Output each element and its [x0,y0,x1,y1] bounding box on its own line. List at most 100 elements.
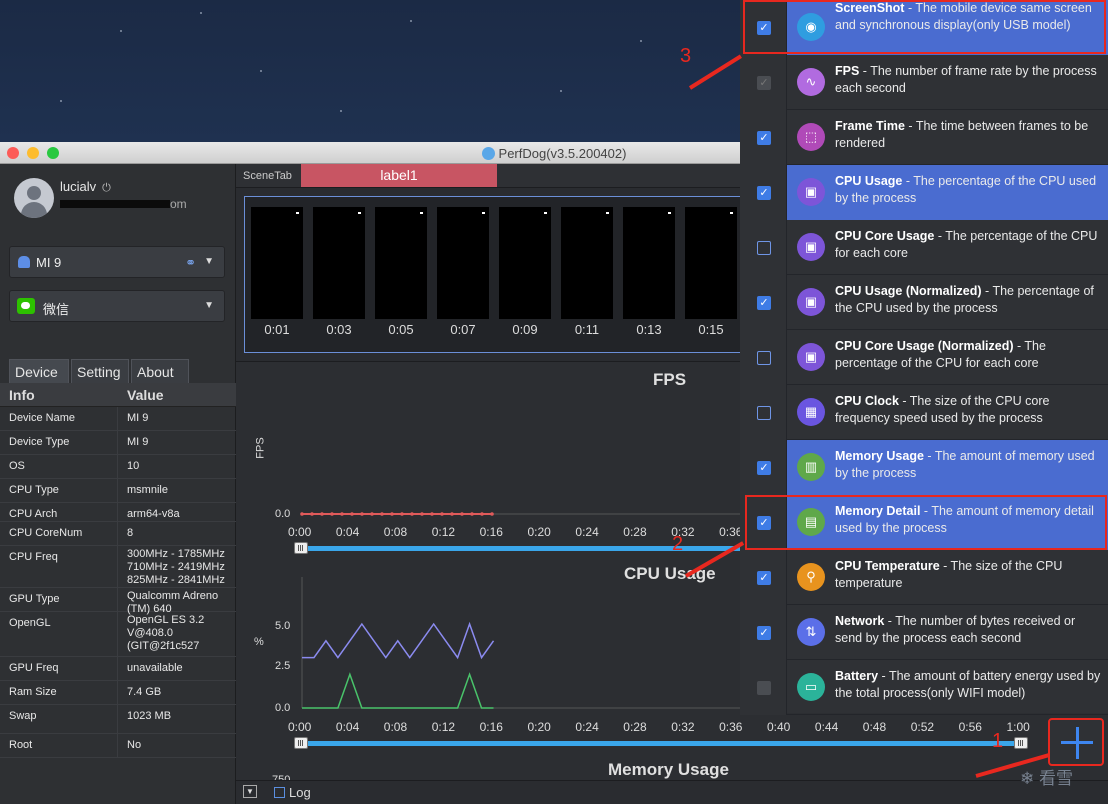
metric-item[interactable]: ▦ CPU Clock - The size of the CPU core fr… [740,385,1108,440]
metric-checkbox[interactable]: ✓ [757,296,771,310]
fps-point [310,512,314,516]
app-dropdown[interactable]: 微信 ▼ [9,290,225,322]
link-icon[interactable]: ⚭ [185,255,196,271]
metric-item[interactable]: ✓ ⚲ CPU Temperature - The size of the CPU … [740,550,1108,605]
metric-item-body[interactable]: ▥ Memory Usage - The amount of memory use… [787,440,1108,495]
metric-item[interactable]: ✓ ∿ FPS - The number of frame rate by the … [740,55,1108,110]
metric-checkbox[interactable]: ✓ [757,76,771,90]
info-key: OS [9,460,25,472]
metric-checkbox[interactable]: ✓ [757,461,771,475]
metric-item-body[interactable]: ▦ CPU Clock - The size of the CPU core fr… [787,385,1108,440]
metric-item[interactable]: ✓ ▥ Memory Usage - The amount of memory us… [740,440,1108,495]
metric-checkbox[interactable] [757,681,771,695]
cpu-slider-handle-left[interactable] [294,737,308,749]
info-value: 300MHz - 1785MHz 710MHz - 2419MHz 825MHz… [127,548,225,586]
metric-checkbox[interactable]: ✓ [757,626,771,640]
metric-item[interactable]: ✓ ▣ CPU Usage - The percentage of the CPU … [740,165,1108,220]
metric-item-body[interactable]: ▣ CPU Core Usage - The percentage of the … [787,220,1108,275]
screenshot-thumbnail[interactable] [561,207,613,319]
metric-name: FPS [835,64,860,78]
fps-slider-handle[interactable] [294,542,308,554]
battery-icon: ▭ [797,673,825,701]
info-value: 10 [127,460,140,472]
metric-item-body[interactable]: ∿ FPS - The number of frame rate by the p… [787,55,1108,110]
cpu-slider-handle-right[interactable] [1014,737,1028,749]
screenshot-strip[interactable]: 0:01 0:03 0:05 0:07 0:09 0:11 0:13 0:15 [244,196,764,353]
metric-item[interactable]: ▣ CPU Core Usage (Normalized) - The perce… [740,330,1108,385]
metric-item[interactable]: ✓ ▣ CPU Usage (Normalized) - The percentag… [740,275,1108,330]
metric-description: CPU Core Usage (Normalized) - The percen… [835,338,1101,372]
info-key: CPU Freq [9,551,58,563]
screenshot-thumbnail[interactable] [685,207,737,319]
screenshot-thumbnail[interactable] [313,207,365,319]
log-checkbox[interactable] [274,787,285,798]
info-row: CPU Arch arm64-v8a [0,503,236,522]
device-dropdown[interactable]: MI 9 ⚭ ▼ [9,246,225,278]
metric-item[interactable]: ✓ ⇅ Network - The number of bytes received… [740,605,1108,660]
metric-name: CPU Temperature [835,559,940,573]
metric-checkbox-cell[interactable]: ✓ [740,110,787,165]
power-icon[interactable]: ⏻ [102,182,111,195]
screenshot-thumbnail[interactable] [251,207,303,319]
tab-about[interactable]: About [131,359,189,383]
info-value: 7.4 GB [127,686,162,698]
metric-checkbox[interactable]: ✓ [757,131,771,145]
metric-item-body[interactable]: ⇅ Network - The number of bytes received … [787,605,1108,660]
metric-checkbox[interactable] [757,406,771,420]
fps-point [400,512,404,516]
info-row: CPU CoreNum 8 [0,522,236,546]
metric-checkbox[interactable] [757,241,771,255]
info-key: GPU Freq [9,662,59,674]
screenshot-thumbnail[interactable] [623,207,675,319]
screenshot-thumbnail[interactable] [375,207,427,319]
metric-checkbox-cell[interactable]: ✓ [740,440,787,495]
metric-selection-panel: ✓ ◉ ScreenShot - The mobile device same sc… [740,0,1108,715]
fps-point [440,512,444,516]
metric-name: CPU Core Usage (Normalized) [835,339,1014,353]
metric-description: FPS - The number of frame rate by the pr… [835,63,1101,97]
metric-checkbox[interactable]: ✓ [757,186,771,200]
redacted-email [60,200,170,208]
screenshot-thumbnail[interactable] [499,207,551,319]
metric-checkbox-cell[interactable]: ✓ [740,605,787,660]
cpu-icon: ▣ [797,178,825,206]
x-tick-label: 0:16 [479,525,503,539]
metric-checkbox-cell[interactable]: ✓ [740,55,787,110]
metric-checkbox[interactable] [757,351,771,365]
x-tick-label: 0:20 [527,720,551,734]
metric-item-body[interactable]: ⚲ CPU Temperature - The size of the CPU t… [787,550,1108,605]
metric-item-body[interactable]: ▣ CPU Usage - The percentage of the CPU u… [787,165,1108,220]
chevron-down-icon: ▼ [204,256,214,267]
metric-checkbox[interactable]: ✓ [757,571,771,585]
scene-label-tab[interactable]: label1 [301,164,497,187]
metric-item-body[interactable]: ▣ CPU Core Usage (Normalized) - The perce… [787,330,1108,385]
metric-checkbox-cell[interactable] [740,385,787,440]
x-tick-label: 0:44 [814,720,839,734]
metric-checkbox-cell[interactable] [740,220,787,275]
add-metric-button[interactable] [1048,718,1104,766]
metric-item[interactable]: ▣ CPU Core Usage - The percentage of the … [740,220,1108,275]
info-key: Ram Size [9,686,57,698]
info-row: Ram Size 7.4 GB [0,681,236,705]
collapse-log-button[interactable]: ▼ [243,785,257,798]
metric-item-body[interactable]: ⬚ Frame Time - The time between frames to… [787,110,1108,165]
metric-checkbox-cell[interactable] [740,660,787,715]
avatar[interactable] [14,178,54,218]
metric-item[interactable]: ▭ Battery - The amount of battery energy … [740,660,1108,715]
metric-item-body[interactable]: ▭ Battery - The amount of battery energy … [787,660,1108,715]
thermometer-icon: ⚲ [797,563,825,591]
tab-setting[interactable]: Setting [71,359,129,383]
metric-checkbox-cell[interactable]: ✓ [740,275,787,330]
info-key: OpenGL [9,617,51,629]
metric-checkbox-cell[interactable] [740,330,787,385]
metric-checkbox-cell[interactable]: ✓ [740,165,787,220]
fps-point [490,512,494,516]
cpu-time-slider[interactable] [302,741,1026,746]
metric-checkbox-cell[interactable]: ✓ [740,550,787,605]
tab-device[interactable]: Device [9,359,69,383]
screenshot-thumbnail[interactable] [437,207,489,319]
metric-item-body[interactable]: ▣ CPU Usage (Normalized) - The percentage… [787,275,1108,330]
x-tick-label: 0:00 [288,525,312,539]
info-row: OS 10 [0,455,236,479]
metric-item[interactable]: ✓ ⬚ Frame Time - The time between frames t… [740,110,1108,165]
